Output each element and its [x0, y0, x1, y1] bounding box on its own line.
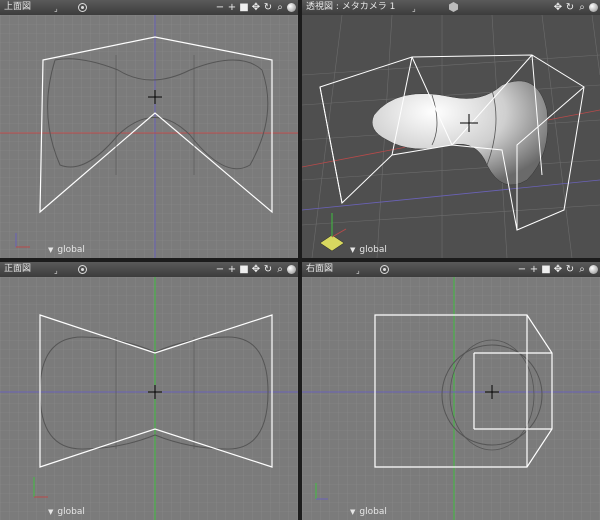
coordinate-system-label: global [57, 507, 85, 517]
view-dropdown-icon[interactable]: ⌟ [356, 263, 360, 278]
display-mode-icon[interactable] [380, 265, 389, 274]
render-sphere-icon[interactable] [589, 3, 598, 12]
viewport-bottom-right[interactable]: 右面図 ⌟ − + ■ ✥ ↻ ⌕ ▼ global [302, 262, 600, 520]
render-sphere-icon[interactable] [287, 3, 296, 12]
viewport-canvas[interactable] [0, 15, 298, 258]
viewport-tools: ✥ ↻ ⌕ [553, 0, 598, 15]
viewport-bottom-left[interactable]: 正面図 ⌟ − + ■ ✥ ↻ ⌕ ▼ global [0, 262, 298, 520]
viewport-title: 上面図 [4, 2, 32, 12]
rotate-icon[interactable]: ↻ [263, 264, 273, 276]
zoom-in-icon[interactable]: + [529, 264, 539, 276]
zoom-search-icon[interactable]: ⌕ [275, 2, 285, 14]
coordinate-system-selector[interactable]: ▼ global [350, 507, 387, 517]
dropdown-arrow-icon: ▼ [48, 246, 54, 254]
viewport-tools: − + ■ ✥ ↻ ⌕ [517, 262, 598, 277]
grid [0, 277, 298, 520]
coordinate-system-selector[interactable]: ▼ global [350, 245, 387, 255]
viewport-top-left[interactable]: 上面図 ⌟ − + ■ ✥ ↻ ⌕ ▼ global [0, 0, 298, 258]
pan-icon[interactable]: ✥ [553, 264, 563, 276]
viewport-svg [302, 15, 600, 258]
rotate-icon[interactable]: ↻ [565, 2, 575, 14]
camera-icon[interactable]: ■ [541, 264, 551, 276]
render-sphere-icon[interactable] [589, 265, 598, 274]
viewport-svg [0, 277, 298, 520]
viewport-header: 透視図 : メタカメラ 1 ⌟ ✥ ↻ ⌕ [302, 0, 600, 16]
dropdown-arrow-icon: ▼ [350, 508, 356, 516]
pan-icon[interactable]: ✥ [553, 2, 563, 14]
viewport-svg [302, 277, 600, 520]
view-dropdown-icon[interactable]: ⌟ [412, 1, 416, 16]
zoom-out-icon[interactable]: − [215, 264, 225, 276]
viewport-canvas[interactable] [0, 277, 298, 520]
zoom-search-icon[interactable]: ⌕ [577, 2, 587, 14]
zoom-in-icon[interactable]: + [227, 2, 237, 14]
viewport-header: 上面図 ⌟ − + ■ ✥ ↻ ⌕ [0, 0, 298, 16]
viewport-tools: − + ■ ✥ ↻ ⌕ [215, 262, 296, 277]
coordinate-system-label: global [359, 507, 387, 517]
coordinate-system-label: global [57, 245, 85, 255]
viewport-svg [0, 15, 298, 258]
display-mode-icon[interactable] [78, 265, 87, 274]
grid [302, 277, 600, 520]
viewport-header: 正面図 ⌟ − + ■ ✥ ↻ ⌕ [0, 262, 298, 278]
coordinate-system-label: global [359, 245, 387, 255]
rotate-icon[interactable]: ↻ [565, 264, 575, 276]
zoom-out-icon[interactable]: − [215, 2, 225, 14]
viewport-top-right[interactable]: 透視図 : メタカメラ 1 ⌟ ✥ ↻ ⌕ ▼ global [302, 0, 600, 258]
viewport-tools: − + ■ ✥ ↻ ⌕ [215, 0, 296, 15]
rotate-icon[interactable]: ↻ [263, 2, 273, 14]
viewport-title: 右面図 [306, 264, 334, 274]
viewport-canvas[interactable] [302, 15, 600, 258]
view-dropdown-icon[interactable]: ⌟ [54, 1, 58, 16]
pan-icon[interactable]: ✥ [251, 264, 261, 276]
zoom-in-icon[interactable]: + [227, 264, 237, 276]
pan-icon[interactable]: ✥ [251, 2, 261, 14]
coordinate-system-selector[interactable]: ▼ global [48, 507, 85, 517]
view-dropdown-icon[interactable]: ⌟ [54, 263, 58, 278]
grid [0, 15, 298, 258]
dropdown-arrow-icon: ▼ [350, 246, 356, 254]
coordinate-system-selector[interactable]: ▼ global [48, 245, 85, 255]
viewport-title: 正面図 [4, 264, 32, 274]
viewport-header: 右面図 ⌟ − + ■ ✥ ↻ ⌕ [302, 262, 600, 278]
render-sphere-icon[interactable] [287, 265, 296, 274]
viewport-title: 透視図 : メタカメラ 1 [306, 2, 396, 12]
zoom-out-icon[interactable]: − [517, 264, 527, 276]
display-mode-icon[interactable] [78, 3, 87, 12]
viewport-canvas[interactable] [302, 277, 600, 520]
perspective-cube-icon[interactable] [449, 2, 458, 12]
dropdown-arrow-icon: ▼ [48, 508, 54, 516]
camera-icon[interactable]: ■ [239, 264, 249, 276]
camera-icon[interactable]: ■ [239, 2, 249, 14]
zoom-search-icon[interactable]: ⌕ [577, 264, 587, 276]
zoom-search-icon[interactable]: ⌕ [275, 264, 285, 276]
